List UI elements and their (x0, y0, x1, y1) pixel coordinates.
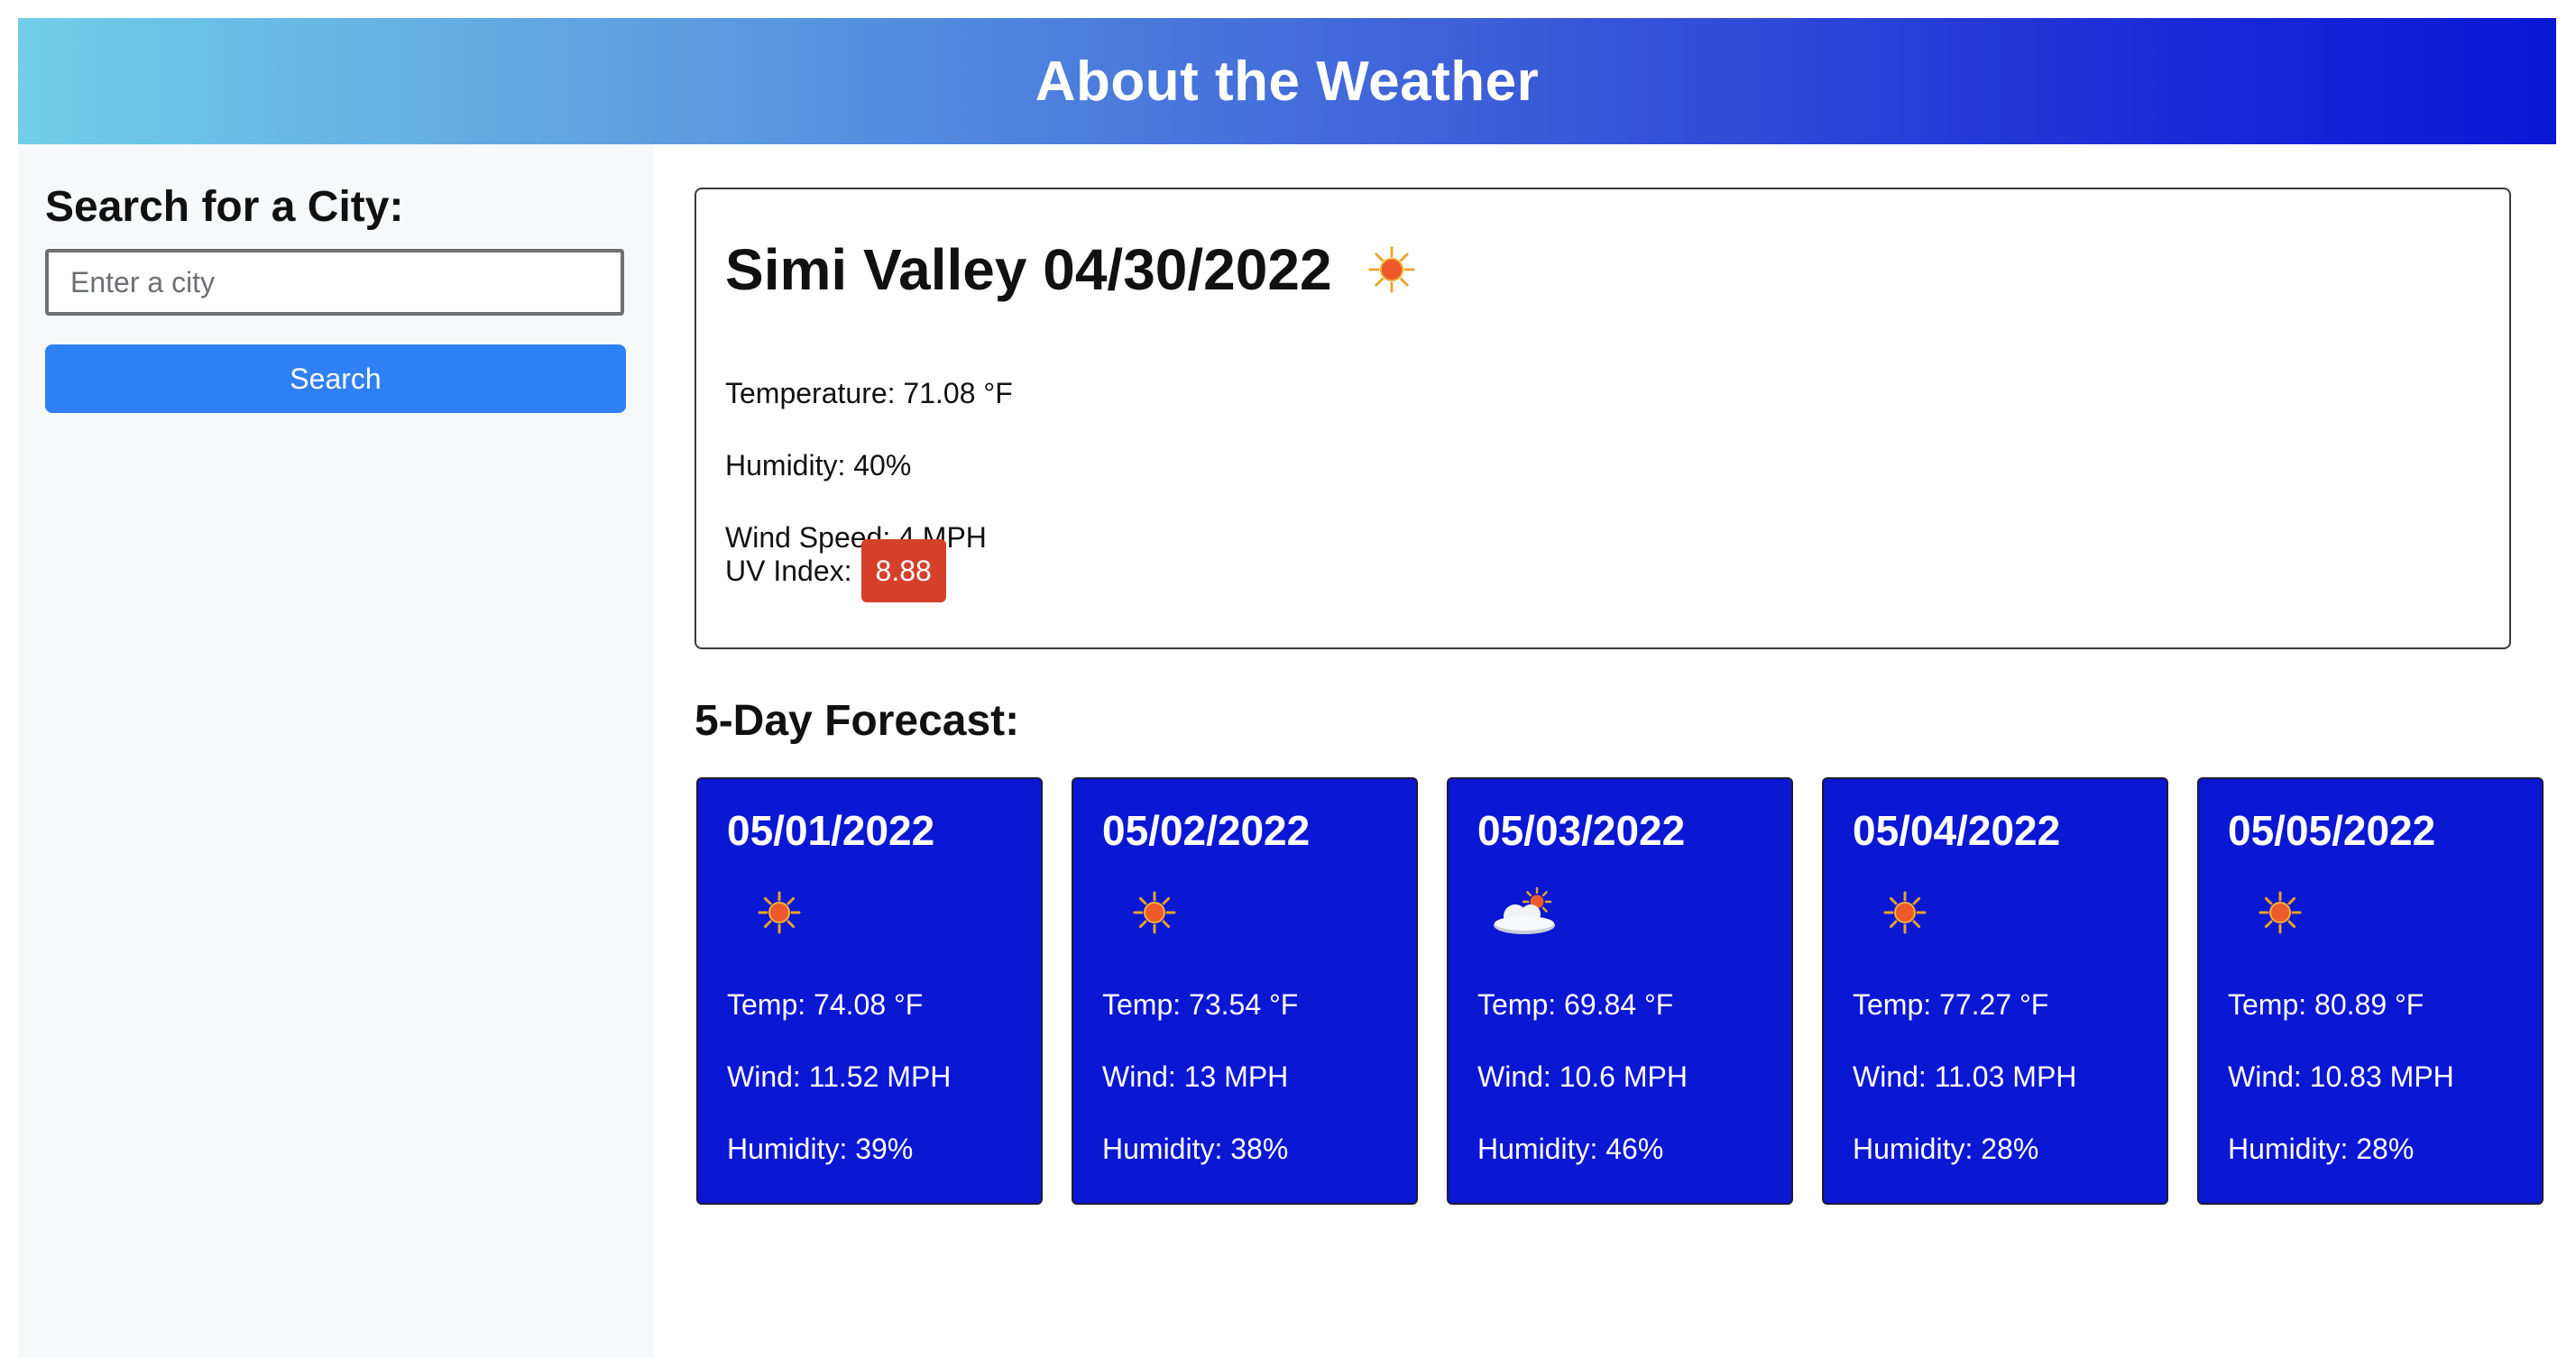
forecast-wind: Wind: 10.6 MPH (1477, 1060, 1688, 1093)
forecast-date: 05/04/2022 (1853, 807, 2061, 854)
forecast-wind: Wind: 11.03 MPH (1853, 1060, 2077, 1093)
forecast-date: 05/01/2022 (727, 807, 935, 854)
forecast-humidity: Humidity: 28% (2228, 1133, 2415, 1165)
sun-icon (1367, 246, 1415, 293)
forecast-wind: Wind: 13 MPH (1102, 1060, 1289, 1093)
forecast-wind: Wind: 11.52 MPH (727, 1060, 952, 1093)
app-header: About the Weather (18, 18, 2556, 144)
sun-icon (2259, 891, 2302, 934)
forecast-temp: Temp: 69.84 °F (1477, 988, 1674, 1021)
forecast-date: 05/02/2022 (1102, 807, 1311, 854)
current-temperature: Temperature: 71.08 °F (725, 377, 1013, 409)
forecast-date: 05/05/2022 (2228, 807, 2436, 854)
cloud-sun-icon (1494, 886, 1555, 934)
forecast-temp: Temp: 80.89 °F (2228, 988, 2424, 1021)
search-heading: Search for a City: (45, 183, 404, 231)
search-button[interactable]: Search (45, 344, 626, 413)
uv-index-row: UV Index: 8.88 (725, 539, 946, 602)
current-humidity: Humidity: 40% (725, 449, 912, 482)
uv-index-badge: 8.88 (860, 539, 946, 602)
forecast-heading: 5-Day Forecast: (695, 697, 1020, 745)
forecast-card-4: 05/04/2022 Temp: 77.27 °F Wind: 11.03 MP… (1822, 777, 2168, 1205)
uv-index-label: UV Index: (725, 554, 852, 587)
city-date-label: Simi Valley 04/30/2022 (725, 237, 1332, 302)
forecast-card-1: 05/01/2022 Temp: 74.08 °F Wind: 11.52 MP… (696, 777, 1043, 1205)
forecast-cards: 05/01/2022 Temp: 74.08 °F Wind: 11.52 MP… (696, 777, 2545, 1207)
sun-icon (1133, 891, 1176, 934)
forecast-temp: Temp: 74.08 °F (727, 988, 924, 1021)
forecast-card-5: 05/05/2022 Temp: 80.89 °F Wind: 10.83 MP… (2197, 777, 2544, 1205)
current-weather-card: Simi Valley 04/30/2022 Temperature: 71.0… (695, 188, 2511, 649)
forecast-card-2: 05/02/2022 Temp: 73.54 °F Wind: 13 MPH H… (1072, 777, 1418, 1205)
forecast-humidity: Humidity: 28% (1853, 1133, 2039, 1165)
page: About the Weather Search for a City: Sea… (0, 0, 2576, 1358)
current-weather-title: Simi Valley 04/30/2022 (725, 236, 1417, 303)
search-sidebar: Search for a City: Search (18, 144, 654, 1358)
forecast-humidity: Humidity: 38% (1102, 1133, 1289, 1165)
forecast-humidity: Humidity: 39% (727, 1133, 914, 1165)
sun-icon (758, 891, 801, 934)
forecast-temp: Temp: 77.27 °F (1853, 988, 2049, 1021)
forecast-date: 05/03/2022 (1477, 807, 1686, 854)
page-title: About the Weather (1035, 50, 1540, 113)
city-search-input[interactable] (45, 249, 624, 316)
sun-icon (1883, 891, 1927, 934)
forecast-wind: Wind: 10.83 MPH (2228, 1060, 2454, 1093)
forecast-card-3: 05/03/2022 Temp: 69.84 °F Wind: 10.6 MPH… (1447, 777, 1793, 1205)
forecast-humidity: Humidity: 46% (1477, 1133, 1664, 1165)
forecast-temp: Temp: 73.54 °F (1102, 988, 1299, 1021)
